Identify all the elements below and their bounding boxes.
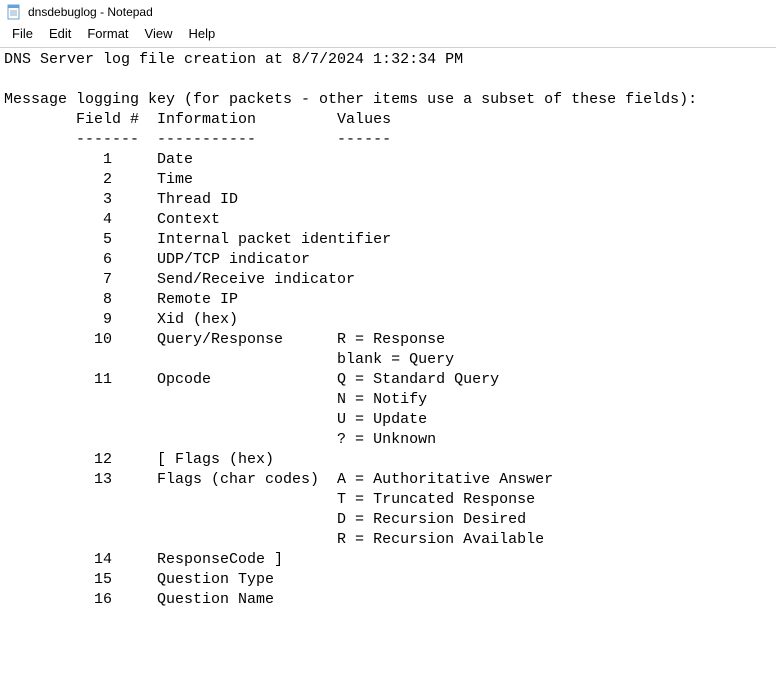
line: 13 Flags (char codes) A = Authoritative … — [4, 471, 553, 488]
line: 3 Thread ID — [4, 191, 238, 208]
line: 11 Opcode Q = Standard Query — [4, 371, 499, 388]
line: 12 [ Flags (hex) — [4, 451, 274, 468]
line: 15 Question Type — [4, 571, 274, 588]
line: 9 Xid (hex) — [4, 311, 238, 328]
line: Message logging key (for packets - other… — [4, 91, 697, 108]
notepad-icon — [6, 4, 22, 20]
line: 5 Internal packet identifier — [4, 231, 391, 248]
line: ? = Unknown — [4, 431, 436, 448]
line: DNS Server log file creation at 8/7/2024… — [4, 51, 463, 68]
line: ------- ----------- ------ — [4, 131, 391, 148]
line: 1 Date — [4, 151, 193, 168]
window-title: dnsdebuglog - Notepad — [28, 5, 153, 19]
menu-format[interactable]: Format — [79, 24, 136, 43]
line: 4 Context — [4, 211, 220, 228]
line: 10 Query/Response R = Response — [4, 331, 445, 348]
menu-help[interactable]: Help — [180, 24, 223, 43]
line: 6 UDP/TCP indicator — [4, 251, 310, 268]
line: 2 Time — [4, 171, 193, 188]
line: blank = Query — [4, 351, 454, 368]
line: D = Recursion Desired — [4, 511, 526, 528]
line: 8 Remote IP — [4, 291, 238, 308]
line: 14 ResponseCode ] — [4, 551, 283, 568]
text-area[interactable]: DNS Server log file creation at 8/7/2024… — [0, 48, 776, 612]
menu-file[interactable]: File — [4, 24, 41, 43]
menubar: File Edit Format View Help — [0, 22, 776, 48]
line: R = Recursion Available — [4, 531, 544, 548]
menu-edit[interactable]: Edit — [41, 24, 79, 43]
line: Field # Information Values — [4, 111, 391, 128]
line: U = Update — [4, 411, 427, 428]
menu-view[interactable]: View — [137, 24, 181, 43]
line: T = Truncated Response — [4, 491, 535, 508]
window-titlebar: dnsdebuglog - Notepad — [0, 0, 776, 22]
line: N = Notify — [4, 391, 427, 408]
line: 16 Question Name — [4, 591, 274, 608]
line: 7 Send/Receive indicator — [4, 271, 355, 288]
